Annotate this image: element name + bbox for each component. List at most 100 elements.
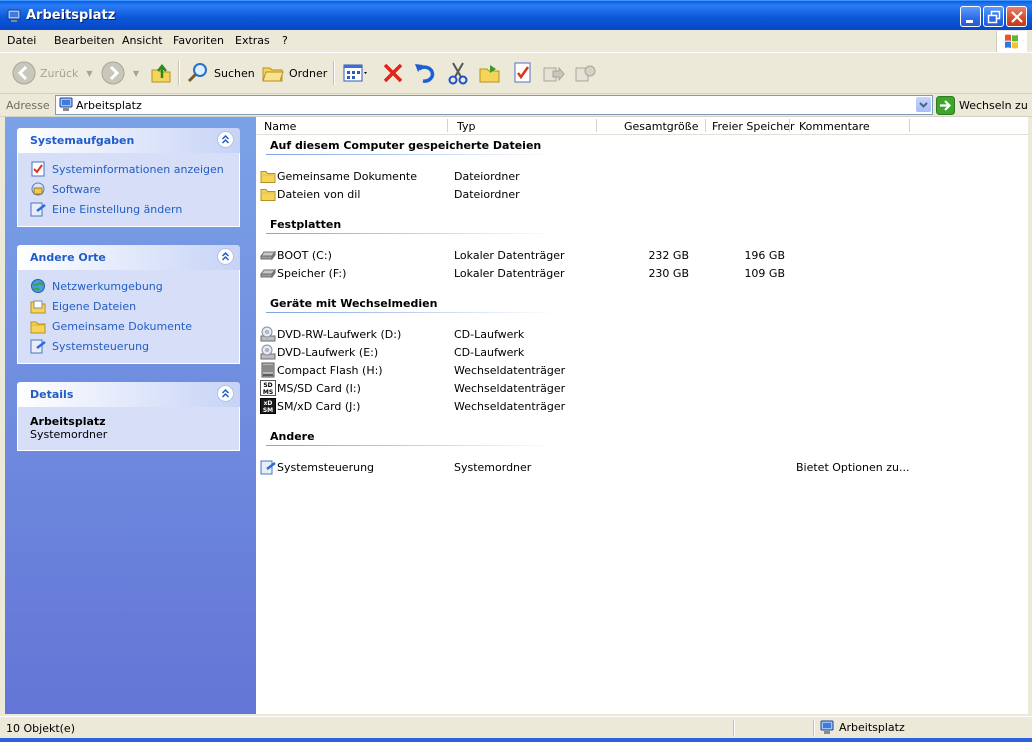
item-type: Dateiordner	[454, 170, 520, 183]
menu-bar: Datei Bearbeiten Ansicht Favoriten Extra…	[0, 30, 1032, 53]
up-button[interactable]	[150, 59, 172, 87]
column-header-free-space[interactable]: Freier Speicher	[712, 120, 795, 133]
item-type: CD-Laufwerk	[454, 328, 525, 341]
item-name: Systemsteuerung	[277, 461, 375, 474]
list-item[interactable]: Speicher (F:) Lokaler Datenträger 230 GB 10…	[256, 264, 1028, 282]
back-label: Zurück	[40, 66, 79, 80]
task-pane: Systemaufgaben Systeminformationen anzei…	[5, 117, 256, 714]
item-name: DVD-Laufwerk (E:)	[277, 346, 379, 359]
scissors-icon	[448, 62, 468, 85]
restore-button[interactable]	[983, 6, 1004, 27]
search-icon	[187, 63, 207, 83]
folder-icon	[30, 321, 46, 334]
menu-extras[interactable]: Extras	[235, 34, 270, 47]
svg-text:MS: MS	[263, 389, 273, 396]
list-item[interactable]: Compact Flash (H:) Wechseldatenträger	[256, 361, 1028, 379]
details-panel: Details Arbeitsplatz Systemordner	[17, 382, 240, 451]
properties-button[interactable]	[512, 59, 534, 87]
list-item[interactable]: DVD-RW-Laufwerk (D:) CD-Laufwerk	[256, 325, 1028, 343]
list-item[interactable]: Gemeinsame Dokumente Dateiordner	[256, 167, 1028, 185]
title-bar[interactable]: Arbeitsplatz	[0, 0, 1032, 31]
column-header-comments[interactable]: Kommentare	[799, 120, 870, 133]
menu-datei[interactable]: Datei	[7, 34, 36, 47]
place-control-panel[interactable]: Systemsteuerung	[18, 336, 239, 356]
toolbar-separator	[178, 61, 180, 85]
copy-to-disabled-button[interactable]	[573, 59, 597, 87]
my-computer-icon	[7, 9, 21, 22]
group-divider	[266, 154, 556, 155]
file-list[interactable]: Name Typ Gesamtgröße Freier Speicher Kom…	[256, 117, 1028, 714]
undo-icon	[415, 64, 435, 83]
item-free-space: 109 GB	[744, 267, 785, 280]
group-header: Andere	[270, 430, 315, 443]
folders-button[interactable]: Ordner	[261, 59, 327, 87]
place-shared-documents[interactable]: Gemeinsame Dokumente	[18, 316, 239, 336]
collapse-chevron-icon[interactable]	[217, 385, 234, 402]
collapse-chevron-icon[interactable]	[217, 131, 234, 148]
task-system-info[interactable]: Systeminformationen anzeigen	[18, 159, 239, 179]
move-to-icon	[543, 66, 565, 82]
place-my-documents[interactable]: Eigene Dateien	[18, 296, 239, 316]
task-change-setting[interactable]: Eine Einstellung ändern	[18, 199, 239, 219]
task-software[interactable]: Software	[18, 179, 239, 199]
column-header-name[interactable]: Name	[264, 120, 296, 133]
control-panel-icon	[260, 459, 276, 478]
details-header[interactable]: Details	[17, 382, 240, 407]
menu-help[interactable]: ?	[282, 34, 288, 47]
place-label: Eigene Dateien	[52, 299, 137, 313]
back-dropdown-icon[interactable]: ▼	[86, 69, 92, 78]
go-button[interactable]: Wechseln zu	[936, 95, 1028, 115]
back-arrow-icon	[12, 61, 36, 85]
window-bottom-border	[0, 738, 1032, 742]
sm-xd-card-icon: xD SM	[260, 398, 276, 417]
close-button[interactable]	[1006, 6, 1027, 27]
other-places-panel: Andere Orte Netzwerkumgebung Eigene Date…	[17, 245, 240, 364]
control-panel-icon	[30, 339, 46, 354]
address-dropdown-button[interactable]	[916, 97, 931, 112]
list-item[interactable]: xD SM SM/xD Card (J:) Wechseldatenträger	[256, 397, 1028, 415]
go-arrow-icon	[936, 95, 955, 115]
search-button[interactable]: Suchen	[186, 59, 255, 87]
undo-button[interactable]	[413, 59, 437, 87]
status-object-count: 10 Objekt(e)	[6, 722, 75, 735]
list-item[interactable]: Dateien von dil Dateiordner	[256, 185, 1028, 203]
list-item[interactable]: Systemsteuerung Systemordner Bietet Option…	[256, 458, 1028, 476]
cut-button[interactable]	[447, 59, 469, 87]
menu-favoriten[interactable]: Favoriten	[173, 34, 224, 47]
column-header-type[interactable]: Typ	[457, 120, 476, 133]
list-item[interactable]: BOOT (C:) Lokaler Datenträger 232 GB 196 GB	[256, 246, 1028, 264]
group-header: Auf diesem Computer gespeicherte Dateien	[270, 139, 542, 152]
menu-bearbeiten[interactable]: Bearbeiten	[54, 34, 114, 47]
copy-to-folder-icon	[479, 65, 500, 83]
folders-icon	[262, 67, 284, 82]
back-button[interactable]: Zurück ▼	[12, 59, 93, 87]
forward-dropdown-icon[interactable]: ▼	[133, 69, 139, 78]
menu-ansicht[interactable]: Ansicht	[122, 34, 163, 47]
views-button[interactable]	[342, 59, 368, 87]
my-computer-icon	[820, 720, 834, 734]
task-label: Systeminformationen anzeigen	[52, 162, 224, 176]
item-name: MS/SD Card (I:)	[277, 382, 361, 395]
forward-arrow-icon	[101, 61, 125, 85]
system-tasks-header[interactable]: Systemaufgaben	[17, 128, 240, 153]
place-network[interactable]: Netzwerkumgebung	[18, 276, 239, 296]
list-item[interactable]: SD MS MS/SD Card (I:) Wechseldatenträger	[256, 379, 1028, 397]
my-documents-icon	[30, 300, 46, 314]
address-input[interactable]: Arbeitsplatz	[55, 95, 933, 115]
minimize-button[interactable]	[960, 6, 981, 27]
collapse-chevron-icon[interactable]	[217, 248, 234, 265]
my-computer-icon	[59, 97, 73, 111]
other-places-header[interactable]: Andere Orte	[17, 245, 240, 270]
move-to-button[interactable]	[541, 59, 565, 87]
group-header: Geräte mit Wechselmedien	[270, 297, 438, 310]
group-divider	[266, 445, 556, 446]
column-header-total-size[interactable]: Gesamtgröße	[624, 120, 698, 133]
standard-toolbar: Zurück ▼ ▼ Suchen Ordner	[0, 53, 1032, 94]
group-header: Festplatten	[270, 218, 342, 231]
properties-icon	[514, 62, 531, 83]
delete-button[interactable]	[381, 59, 405, 87]
copy-to-button[interactable]	[478, 59, 502, 87]
list-item[interactable]: DVD-Laufwerk (E:) CD-Laufwerk	[256, 343, 1028, 361]
forward-button[interactable]: ▼	[101, 59, 139, 87]
item-free-space: 196 GB	[744, 249, 785, 262]
